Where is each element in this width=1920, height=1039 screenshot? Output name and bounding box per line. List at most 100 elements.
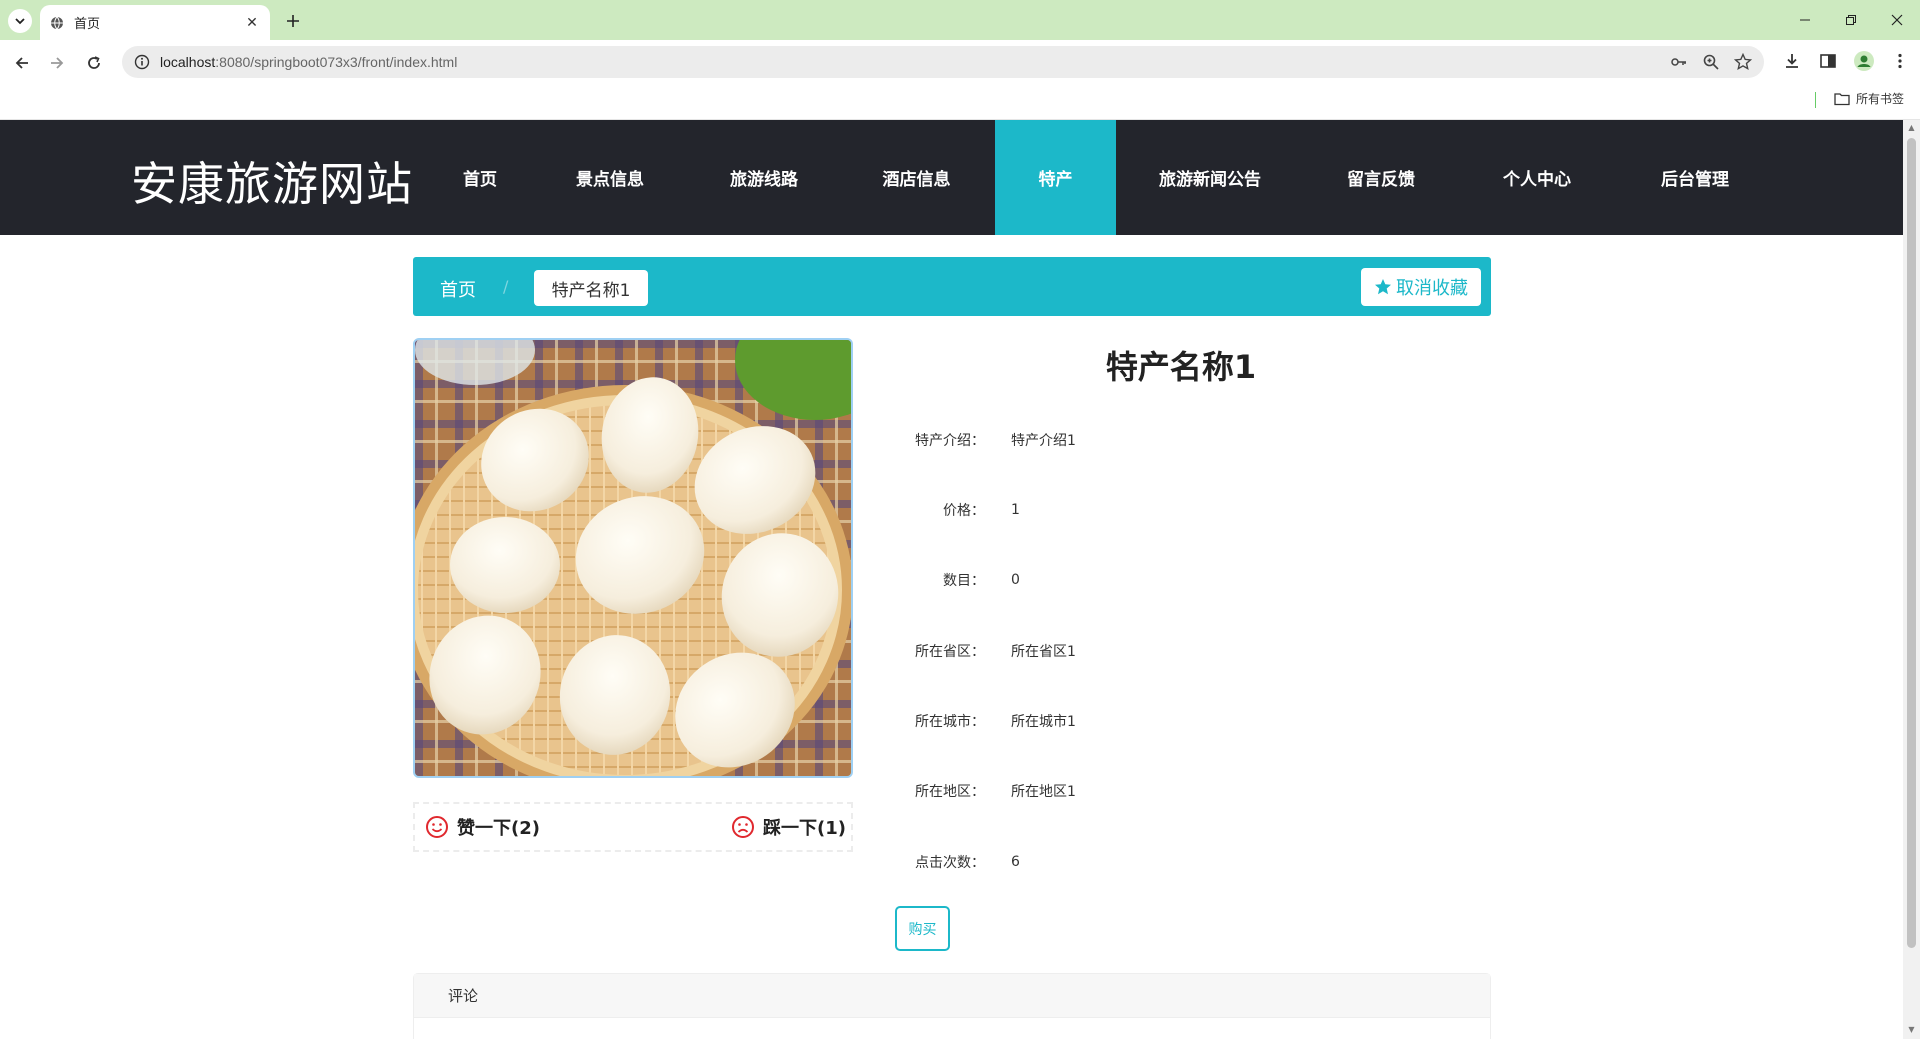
info-label: 数目： (943, 573, 985, 589)
download-icon[interactable] (1780, 49, 1804, 73)
nav-item-news[interactable]: 旅游新闻公告 (1116, 120, 1304, 235)
info-label: 所在城市： (915, 714, 985, 730)
forward-button[interactable] (43, 49, 71, 77)
comment-panel: 评论 (413, 973, 1491, 1039)
nav-label: 景点信息 (576, 170, 644, 190)
reload-icon (88, 56, 100, 69)
browser-tab-active[interactable]: 首页 ✕ (40, 5, 270, 40)
scroll-up-arrow-icon[interactable]: ▲ (1907, 123, 1916, 133)
info-value: 0 (1011, 572, 1020, 588)
info-value: 特产介绍1 (1011, 433, 1076, 449)
info-row-clicks: 点击次数： 6 (903, 847, 1020, 877)
comment-title: 评论 (448, 987, 479, 1005)
zoom-icon[interactable] (1702, 53, 1720, 71)
nav-label: 酒店信息 (882, 170, 951, 190)
comment-header: 评论 (414, 974, 1490, 1018)
nav-item-routes[interactable]: 旅游线路 (690, 120, 838, 235)
url-host: localhost (160, 54, 216, 70)
globe-icon (51, 16, 63, 29)
product-title: 特产名称1 (1105, 348, 1257, 386)
page-viewport: 安康旅游网站 首页 景点信息 旅游线路 酒店信息 特产 旅游新闻公告 留言反馈 … (0, 120, 1903, 1039)
scrollbar-thumb[interactable] (1907, 138, 1916, 948)
tab-search-button[interactable] (8, 9, 32, 33)
main-nav: 首页 景点信息 旅游线路 酒店信息 特产 旅游新闻公告 留言反馈 个人中心 后台… (430, 120, 1774, 235)
minimize-icon (1800, 19, 1810, 21)
site-info-icon[interactable] (134, 54, 150, 70)
dislike-button[interactable]: 踩一下(1) (731, 814, 846, 840)
bookmark-star-icon[interactable] (1734, 53, 1752, 71)
nav-label: 个人中心 (1503, 170, 1571, 190)
smile-icon (426, 816, 448, 838)
like-label: 赞一下(2) (457, 818, 540, 839)
nav-item-profile[interactable]: 个人中心 (1458, 120, 1616, 235)
info-value: 所在地区1 (1011, 784, 1076, 800)
nav-label: 首页 (463, 170, 497, 190)
scroll-down-arrow-icon[interactable]: ▼ (1907, 1025, 1916, 1035)
breadcrumb-separator: / (503, 277, 509, 296)
info-row-quantity: 数目： 0 (903, 565, 1020, 595)
unfavorite-button[interactable]: 取消收藏 (1361, 268, 1481, 306)
restore-button[interactable] (1828, 0, 1874, 40)
reload-button[interactable] (80, 49, 108, 77)
buy-button[interactable]: 购买 (895, 906, 950, 951)
vote-bar: 赞一下(2) 踩一下(1) (413, 802, 853, 852)
nav-item-admin[interactable]: 后台管理 (1616, 120, 1774, 235)
nav-item-hotels[interactable]: 酒店信息 (838, 120, 995, 235)
info-label: 点击次数： (915, 855, 985, 871)
menu-kebab-icon[interactable] (1888, 49, 1912, 73)
info-label: 所在地区： (915, 784, 985, 800)
info-row-intro: 特产介绍： 特产介绍1 (903, 425, 1076, 455)
nav-label: 后台管理 (1661, 170, 1729, 190)
page-scrollbar[interactable]: ▲ ▼ (1903, 120, 1920, 1039)
nav-label: 留言反馈 (1347, 170, 1415, 190)
nav-item-specialties[interactable]: 特产 (995, 120, 1116, 235)
nav-item-attractions[interactable]: 景点信息 (530, 120, 690, 235)
nav-label: 旅游线路 (730, 170, 798, 190)
password-key-icon[interactable] (1670, 53, 1688, 71)
info-row-city: 所在城市： 所在城市1 (903, 706, 1076, 736)
profile-avatar-icon[interactable] (1852, 49, 1876, 73)
bookmarks-bar: 所有书签 (0, 84, 1920, 120)
site-header: 安康旅游网站 首页 景点信息 旅游线路 酒店信息 特产 旅游新闻公告 留言反馈 … (0, 120, 1903, 235)
breadcrumb-home-link[interactable]: 首页 (440, 276, 476, 302)
url-path: :8080/springboot073x3/front/index.html (215, 54, 458, 70)
nav-item-feedback[interactable]: 留言反馈 (1304, 120, 1458, 235)
info-value: 所在省区1 (1011, 644, 1076, 660)
close-window-button[interactable] (1874, 0, 1920, 40)
bookmarks-separator (1815, 92, 1816, 108)
unfavorite-label: 取消收藏 (1396, 278, 1468, 298)
info-value: 6 (1011, 854, 1020, 870)
info-value: 所在城市1 (1011, 714, 1076, 730)
site-logo[interactable]: 安康旅游网站 (131, 148, 413, 214)
nav-label: 旅游新闻公告 (1159, 170, 1261, 190)
side-panel-icon[interactable] (1816, 49, 1840, 73)
all-bookmarks-button[interactable]: 所有书签 (1834, 90, 1904, 107)
tab-title: 首页 (74, 17, 101, 32)
chevron-down-icon (15, 18, 25, 25)
dislike-label: 踩一下(1) (763, 818, 846, 839)
like-button[interactable]: 赞一下(2) (425, 814, 540, 840)
nav-label: 特产 (1038, 170, 1073, 190)
breadcrumb: 首页 / 特产名称1 取消收藏 (413, 257, 1491, 316)
product-photo-steamed-buns (415, 340, 851, 776)
arrow-left-icon (15, 57, 28, 69)
close-tab-icon[interactable]: ✕ (244, 15, 260, 31)
frown-icon (732, 816, 754, 838)
star-icon (1375, 279, 1391, 295)
browser-toolbar: localhost:8080/springboot073x3/front/ind… (0, 40, 1920, 84)
info-row-province: 所在省区： 所在省区1 (903, 636, 1076, 666)
info-row-district: 所在地区： 所在地区1 (903, 776, 1076, 806)
product-image[interactable] (413, 338, 853, 778)
restore-icon (1846, 15, 1856, 25)
browser-tabbar: 首页 ✕ (0, 0, 1920, 40)
minimize-button[interactable] (1782, 0, 1828, 40)
folder-icon (1834, 92, 1850, 105)
new-tab-button[interactable] (281, 9, 305, 33)
arrow-right-icon (51, 57, 64, 69)
breadcrumb-current: 特产名称1 (534, 270, 648, 306)
nav-item-home[interactable]: 首页 (430, 120, 530, 235)
address-bar[interactable]: localhost:8080/springboot073x3/front/ind… (122, 46, 1764, 78)
plus-icon (287, 15, 299, 27)
back-button[interactable] (8, 49, 36, 77)
url-text[interactable]: localhost:8080/springboot073x3/front/ind… (160, 54, 1670, 70)
